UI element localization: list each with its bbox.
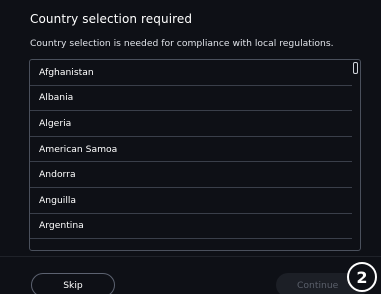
country-list-item[interactable]: Argentina: [30, 214, 352, 240]
country-label: Argentina: [39, 220, 84, 232]
country-label: Algeria: [39, 117, 72, 129]
skip-button[interactable]: Skip: [31, 273, 115, 294]
country-label: Albania: [39, 92, 74, 104]
dialog-title: Country selection required: [30, 12, 193, 26]
country-list[interactable]: Afghanistan Albania Algeria American Sam…: [29, 59, 361, 251]
country-list-item[interactable]: Afghanistan: [30, 60, 352, 86]
country-label: Andorra: [39, 169, 76, 181]
step-number-badge: 2: [347, 262, 377, 292]
footer-divider: [0, 256, 381, 257]
country-list-item[interactable]: Albania: [30, 86, 352, 112]
country-list-item-partial[interactable]: [30, 239, 352, 250]
country-label: Afghanistan: [39, 66, 94, 78]
list-scrollbar[interactable]: [353, 62, 358, 74]
dialog-subtitle: Country selection is needed for complian…: [30, 38, 334, 49]
country-list-item[interactable]: Anguilla: [30, 188, 352, 214]
country-selection-dialog: Country selection required Country selec…: [0, 0, 381, 294]
country-list-item[interactable]: Andorra: [30, 162, 352, 188]
country-label: Anguilla: [39, 194, 77, 206]
country-list-item[interactable]: American Samoa: [30, 137, 352, 163]
country-list-item[interactable]: Algeria: [30, 111, 352, 137]
country-label: American Samoa: [39, 143, 118, 155]
